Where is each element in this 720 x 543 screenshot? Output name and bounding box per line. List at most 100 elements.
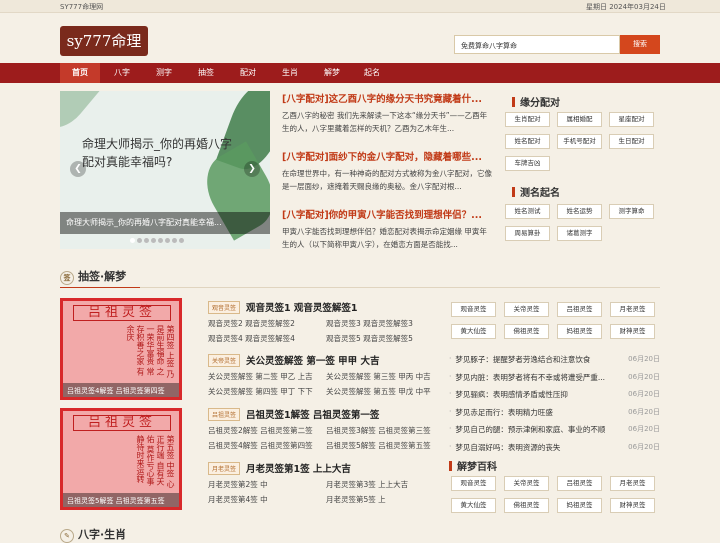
lot-link[interactable]: 月老灵签第5签 上: [326, 494, 444, 505]
tag-button[interactable]: 车牌吉凶: [505, 156, 550, 171]
lot-card[interactable]: 吕祖灵签 第五签 中签 心正行端 自有天佑 莫作亏心事 静待时来运转 吕祖灵签5解签…: [60, 408, 182, 510]
slider-dot[interactable]: [144, 238, 149, 243]
nav-item[interactable]: 配对: [228, 63, 268, 83]
tag-button[interactable]: 财神灵签: [610, 498, 655, 513]
tag-button[interactable]: 姓名配对: [505, 134, 550, 149]
nav-item[interactable]: 解梦: [312, 63, 352, 83]
divider: [60, 287, 660, 288]
dream-item[interactable]: 梦见自溺好吗：表明资源的丧失06月20日: [449, 442, 660, 453]
tag-button[interactable]: 生肖配对: [505, 112, 550, 127]
lot-link[interactable]: 关公灵签解签 第二签 甲乙 上吉: [208, 371, 326, 382]
news-title[interactable]: [八字配对]你的甲寅八字能否找到理想伴侣？...: [282, 207, 492, 221]
tag-button[interactable]: 测字算命: [609, 204, 654, 219]
dream-title[interactable]: 梦见赤足而行：表明精力旺盛: [455, 407, 633, 418]
tag-button[interactable]: 妈祖灵签: [557, 324, 602, 339]
dream-item[interactable]: 梦见自己的腿：预示津俐和家庭、事业的不顺06月20日: [449, 424, 660, 435]
tag-button[interactable]: 黄大仙签: [451, 498, 496, 513]
lot-link[interactable]: 关公灵签解签 第五签 甲戊 中平: [326, 386, 444, 397]
nav-item[interactable]: 首页: [60, 63, 100, 83]
tag-button[interactable]: 关帝灵签: [504, 476, 549, 491]
lot-card[interactable]: 吕祖灵签 第四签 上签 乃是前生福命 之一荣华富贵 常存积善之家 有余庆 吕祖灵签4…: [60, 298, 182, 400]
news-title[interactable]: [八字配对]这乙酉八字的缘分天书究竟藏着什...: [282, 91, 492, 105]
tag-button[interactable]: 姓名运势: [557, 204, 602, 219]
news-title[interactable]: [八字配对]面纱下的金八字配对，隐藏着哪些...: [282, 149, 492, 163]
slider-prev-button[interactable]: ❮: [70, 161, 86, 177]
slider-dot[interactable]: [179, 238, 184, 243]
slider-dot[interactable]: [172, 238, 177, 243]
nav-item[interactable]: 生肖: [270, 63, 310, 83]
news-item[interactable]: [八字配对]你的甲寅八字能否找到理想伴侣？... 甲寅八字能否找到理想伴侣？婚恋配…: [282, 207, 492, 251]
nav-item[interactable]: 起名: [352, 63, 392, 83]
dream-title[interactable]: 梦见自己的腿：预示津俐和家庭、事业的不顺: [455, 424, 633, 435]
tag-button[interactable]: 姓名测试: [505, 204, 550, 219]
tag-button[interactable]: 诸葛测字: [557, 226, 602, 241]
news-item[interactable]: [八字配对]面纱下的金八字配对，隐藏着哪些... 在命理世界中，有一种神奇的配对方…: [282, 149, 492, 193]
lot-card-caption[interactable]: 吕祖灵签4解签 吕祖灵签第四签: [63, 383, 179, 397]
lot-link[interactable]: 吕祖灵签3解签 吕祖灵签第三签: [326, 425, 444, 436]
tag-button[interactable]: 吕祖灵签: [557, 302, 602, 317]
lot-group-tag[interactable]: 关帝灵签: [208, 354, 241, 367]
lot-link[interactable]: 观音灵签3 观音灵签解签3: [326, 318, 444, 329]
lot-group-title[interactable]: 关公灵签解签 第一签 甲甲 大吉: [246, 356, 379, 367]
lot-link[interactable]: 关公灵签解签 第四签 甲丁 下下: [208, 386, 326, 397]
tag-button[interactable]: 周易算卦: [505, 226, 550, 241]
slider-dot[interactable]: [165, 238, 170, 243]
lot-link[interactable]: 吕祖灵签4解签 吕祖灵签第四签: [208, 440, 326, 451]
lot-row: 关公灵签解签 第二签 甲乙 上吉 关公灵签解签 第三签 甲丙 中吉: [208, 371, 438, 382]
slider-dot[interactable]: [151, 238, 156, 243]
lot-link[interactable]: 月老灵签第4签 中: [208, 494, 326, 505]
lot-link[interactable]: 吕祖灵签2解签 吕祖灵签第二签: [208, 425, 326, 436]
tag-button[interactable]: 月老灵签: [610, 476, 655, 491]
tag-button[interactable]: 观音灵签: [451, 476, 496, 491]
dream-title[interactable]: 梦见自溺好吗：表明资源的丧失: [455, 442, 633, 453]
tag-button[interactable]: 佛祖灵签: [504, 498, 549, 513]
news-item[interactable]: [八字配对]这乙酉八字的缘分天书究竟藏着什... 乙酉八字的秘密 我们先来解读一下…: [282, 91, 492, 135]
search-button[interactable]: 搜索: [620, 35, 660, 54]
tag-button[interactable]: 妈祖灵签: [557, 498, 602, 513]
tag-button[interactable]: 生日配对: [609, 134, 654, 149]
tag-button[interactable]: 属相婚配: [557, 112, 602, 127]
tag-button[interactable]: 佛祖灵签: [504, 324, 549, 339]
tag-button[interactable]: 月老灵签: [610, 302, 655, 317]
slider-next-button[interactable]: ❯: [244, 161, 260, 177]
lot-link[interactable]: 观音灵签2 观音灵签解签2: [208, 318, 326, 329]
tag-button[interactable]: 关帝灵签: [504, 302, 549, 317]
dream-item[interactable]: 梦见骊疯：表明感情矛盾或性压抑06月20日: [449, 389, 660, 400]
lot-link[interactable]: 月老灵签第2签 中: [208, 479, 326, 490]
tag-button[interactable]: 财神灵签: [610, 324, 655, 339]
tag-button[interactable]: 手机号配对: [557, 134, 602, 149]
nav-item[interactable]: 测字: [144, 63, 184, 83]
lot-card-caption[interactable]: 吕祖灵签5解签 吕祖灵签第五签: [63, 493, 179, 507]
dream-item[interactable]: 梦见赤足而行：表明精力旺盛06月20日: [449, 407, 660, 418]
slider-dot[interactable]: [158, 238, 163, 243]
lot-group-title[interactable]: 观音灵签1 观音灵签解签1: [246, 303, 358, 314]
dream-item[interactable]: 梦见内脏：表明梦者将有不幸或将遭受严重...06月20日: [449, 372, 660, 383]
slide-caption[interactable]: 命理大师揭示_你的再婚八字配对真能幸福...: [60, 212, 270, 234]
search-input[interactable]: 免费算命八字算命: [454, 35, 620, 54]
slider-dot[interactable]: [137, 238, 142, 243]
lot-link[interactable]: 观音灵签4 观音灵签解签4: [208, 333, 326, 344]
lot-link[interactable]: 月老灵签第3签 上上大吉: [326, 479, 444, 490]
lot-link[interactable]: 观音灵签5 观音灵签解签5: [326, 333, 444, 344]
lot-group-tag[interactable]: 月老灵签: [208, 462, 241, 475]
tag-button[interactable]: 星座配对: [609, 112, 654, 127]
site-logo[interactable]: sy777命理网: [60, 26, 148, 80]
tag-button[interactable]: 吕祖灵签: [557, 476, 602, 491]
image-slider[interactable]: 命理大师揭示_你的再婚八字配对真能幸福吗? ❮ ❯ 命理大师揭示_你的再婚八字配…: [60, 91, 270, 249]
dream-title[interactable]: 梦见内脏：表明梦者将有不幸或将遭受严重...: [455, 372, 633, 383]
dream-item[interactable]: 梦见豚子：提醒梦者劳逸结合和注意饮食06月20日: [449, 354, 660, 365]
slider-dot[interactable]: [130, 238, 135, 243]
lot-link[interactable]: 关公灵签解签 第三签 甲丙 中吉: [326, 371, 444, 382]
nav-item[interactable]: 抽签: [186, 63, 226, 83]
lot-group-title[interactable]: 吕祖灵签1解签 吕祖灵签第一签: [246, 410, 379, 421]
dream-title[interactable]: 梦见豚子：提醒梦者劳逸结合和注意饮食: [455, 354, 633, 365]
dream-title[interactable]: 梦见骊疯：表明感情矛盾或性压抑: [455, 389, 633, 400]
nav-item[interactable]: 八字: [102, 63, 142, 83]
lot-link[interactable]: 吕祖灵签5解签 吕祖灵签第五签: [326, 440, 444, 451]
lot-group-tag[interactable]: 观音灵签: [208, 301, 241, 314]
tag-button[interactable]: 观音灵签: [451, 302, 496, 317]
lot-group-tag[interactable]: 吕祖灵签: [208, 408, 241, 421]
lot-group-title[interactable]: 月老灵签第1签 上上大吉: [246, 464, 351, 475]
slider-dots[interactable]: [130, 236, 186, 245]
tag-button[interactable]: 黄大仙签: [451, 324, 496, 339]
